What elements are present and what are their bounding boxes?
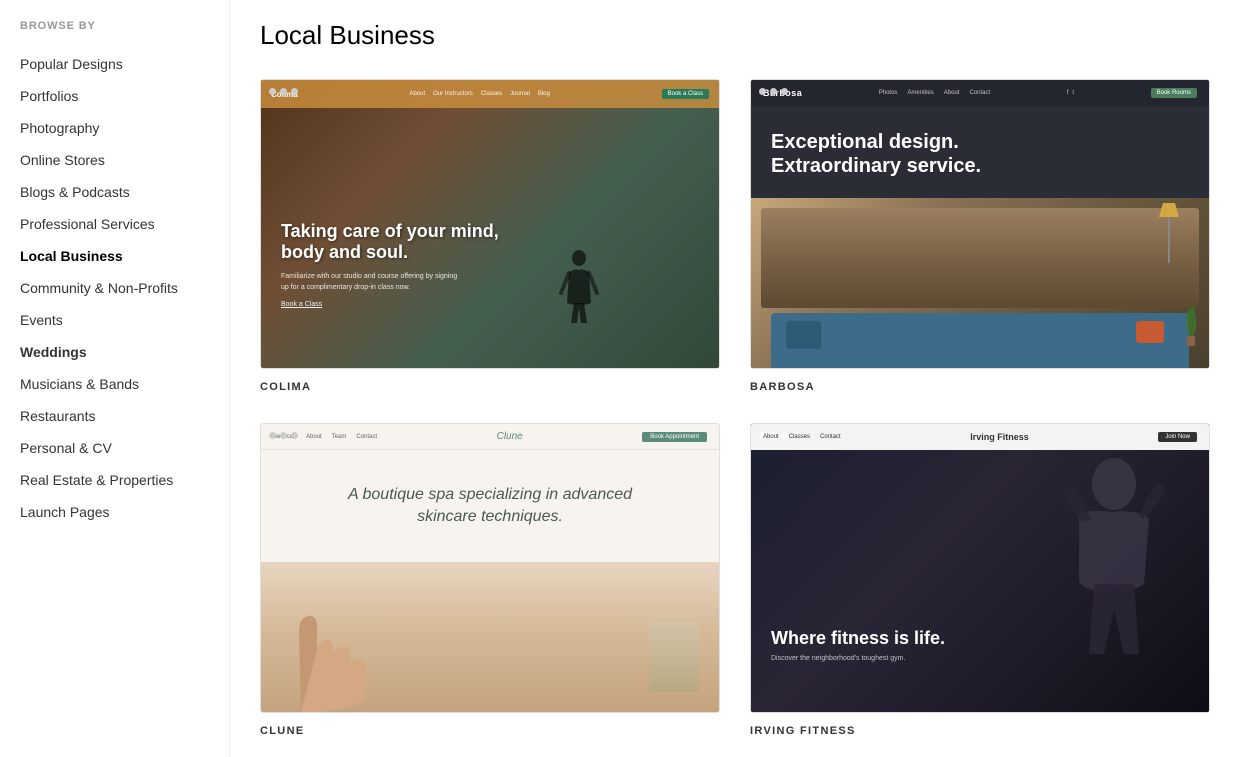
- clune-background: Services About Team Contact Clune Book A…: [261, 424, 719, 712]
- barbosa-shelf: [761, 208, 1199, 308]
- irving-subtext: Discover the neighborhood's toughest gym…: [771, 655, 1049, 662]
- dot-green: [291, 88, 298, 95]
- main-content: Local Business Colima About: [230, 0, 1240, 757]
- sidebar-item-photography[interactable]: Photography: [20, 112, 229, 144]
- colima-person-silhouette: [559, 248, 599, 328]
- irving-logo: Irving Fitness: [970, 432, 1029, 442]
- barbosa-sofa: [771, 313, 1189, 368]
- sidebar-item-personal-cv[interactable]: Personal & CV: [20, 432, 229, 464]
- window-chrome-colima: [269, 88, 298, 95]
- window-chrome-barbosa: [759, 88, 788, 95]
- sidebar-item-portfolios[interactable]: Portfolios: [20, 80, 229, 112]
- barbosa-lamp-pole: [1168, 217, 1170, 263]
- barbosa-pillow-blue: [786, 321, 821, 349]
- sidebar-item-weddings[interactable]: Weddings: [20, 336, 229, 368]
- irving-background: About Classes Contact Irving Fitness Joi…: [751, 424, 1209, 712]
- clune-logo: Clune: [497, 431, 523, 442]
- template-card-barbosa[interactable]: Barbosa Photos Amenities About Contact f…: [750, 79, 1210, 393]
- barbosa-nav-links: Photos Amenities About Contact: [879, 90, 990, 96]
- colima-headline: Taking care of your mind,body and soul.: [281, 221, 659, 264]
- dot-green-c: [291, 432, 298, 439]
- sidebar-item-local-business[interactable]: Local Business: [20, 240, 229, 272]
- colima-template-name: COLIMA: [260, 381, 720, 393]
- clune-headline: A boutique spa specializing in advanceds…: [281, 484, 699, 529]
- template-thumb-clune: Services About Team Contact Clune Book A…: [260, 423, 720, 713]
- sidebar-item-professional-services[interactable]: Professional Services: [20, 208, 229, 240]
- clune-template-name: CLUNE: [260, 725, 720, 737]
- browse-by-label: BROWSE BY: [20, 20, 229, 32]
- irving-nav-links: About Classes Contact: [763, 434, 841, 440]
- irving-join-btn: Join Now: [1158, 432, 1197, 442]
- dot-red-c: [269, 432, 276, 439]
- templates-grid: Colima About Our Instructors Classes Jou…: [260, 79, 1210, 737]
- barbosa-lamp-shade: [1159, 203, 1179, 217]
- irving-person: [1019, 454, 1179, 704]
- colima-cta-btn: Book a Class: [662, 89, 709, 99]
- template-thumb-barbosa: Barbosa Photos Amenities About Contact f…: [750, 79, 1210, 369]
- dot-red: [269, 88, 276, 95]
- barbosa-plant: [1179, 298, 1204, 348]
- irving-headline: Where fitness is life.: [771, 627, 1049, 650]
- dot-red-b: [759, 88, 766, 95]
- clune-hero: A boutique spa specializing in advanceds…: [261, 464, 719, 564]
- clune-image-area: Facials →: [261, 562, 719, 712]
- sidebar-item-popular-designs[interactable]: Popular Designs: [20, 48, 229, 80]
- dot-yellow-b: [770, 88, 777, 95]
- dot-yellow: [280, 88, 287, 95]
- template-card-irving-fitness[interactable]: About Classes Contact Irving Fitness Joi…: [750, 423, 1210, 737]
- dot-green-b: [781, 88, 788, 95]
- sidebar-item-real-estate[interactable]: Real Estate & Properties: [20, 464, 229, 496]
- sidebar-item-restaurants[interactable]: Restaurants: [20, 400, 229, 432]
- barbosa-pillow-orange: [1136, 321, 1164, 343]
- irving-nav: About Classes Contact Irving Fitness Joi…: [751, 424, 1209, 450]
- template-card-colima[interactable]: Colima About Our Instructors Classes Jou…: [260, 79, 720, 393]
- sidebar-nav: Popular Designs Portfolios Photography O…: [20, 48, 229, 528]
- irving-fitness-template-name: IRVING FITNESS: [750, 725, 1210, 737]
- template-thumb-colima: Colima About Our Instructors Classes Jou…: [260, 79, 720, 369]
- irving-text-area: Where fitness is life. Discover the neig…: [771, 627, 1049, 662]
- sidebar-item-community-nonprofits[interactable]: Community & Non-Profits: [20, 272, 229, 304]
- template-card-clune[interactable]: Services About Team Contact Clune Book A…: [260, 423, 720, 737]
- barbosa-background: Barbosa Photos Amenities About Contact f…: [751, 80, 1209, 368]
- colima-nav: Colima About Our Instructors Classes Jou…: [261, 80, 719, 108]
- clune-product-bottle: [649, 622, 699, 692]
- barbosa-social: f t: [1067, 90, 1074, 96]
- sidebar-item-events[interactable]: Events: [20, 304, 229, 336]
- colima-text-area: Taking care of your mind,body and soul. …: [281, 221, 659, 308]
- page-title: Local Business: [260, 20, 1210, 51]
- clune-nav: Services About Team Contact Clune Book A…: [261, 424, 719, 450]
- barbosa-interior-image: [751, 198, 1209, 368]
- page-layout: BROWSE BY Popular Designs Portfolios Pho…: [0, 0, 1240, 757]
- sidebar: BROWSE BY Popular Designs Portfolios Pho…: [0, 0, 230, 757]
- sidebar-item-launch-pages[interactable]: Launch Pages: [20, 496, 229, 528]
- barbosa-lamp: [1159, 203, 1179, 263]
- sidebar-item-blogs-podcasts[interactable]: Blogs & Podcasts: [20, 176, 229, 208]
- irving-hero-image: [751, 424, 1209, 712]
- sidebar-item-online-stores[interactable]: Online Stores: [20, 144, 229, 176]
- colima-background: Colima About Our Instructors Classes Jou…: [261, 80, 719, 368]
- dot-yellow-c: [280, 432, 287, 439]
- barbosa-headline-area: Exceptional design.Extraordinary service…: [771, 130, 981, 178]
- barbosa-template-name: BARBOSA: [750, 381, 1210, 393]
- colima-subtext: Familiarize with our studio and course o…: [281, 272, 659, 293]
- sidebar-item-musicians-bands[interactable]: Musicians & Bands: [20, 368, 229, 400]
- barbosa-nav: Barbosa Photos Amenities About Contact f…: [751, 80, 1209, 106]
- barbosa-cta-btn: Book Rooms: [1151, 88, 1197, 98]
- clune-hand-illustration: [271, 572, 371, 712]
- template-thumb-irving-fitness: About Classes Contact Irving Fitness Joi…: [750, 423, 1210, 713]
- window-chrome-clune: [269, 432, 298, 439]
- barbosa-headline: Exceptional design.Extraordinary service…: [771, 130, 981, 178]
- colima-nav-links: About Our Instructors Classes Journal Bl…: [409, 91, 549, 97]
- clune-cta-btn: Book Appointment: [642, 432, 707, 442]
- colima-book-link: Book a Class: [281, 301, 659, 308]
